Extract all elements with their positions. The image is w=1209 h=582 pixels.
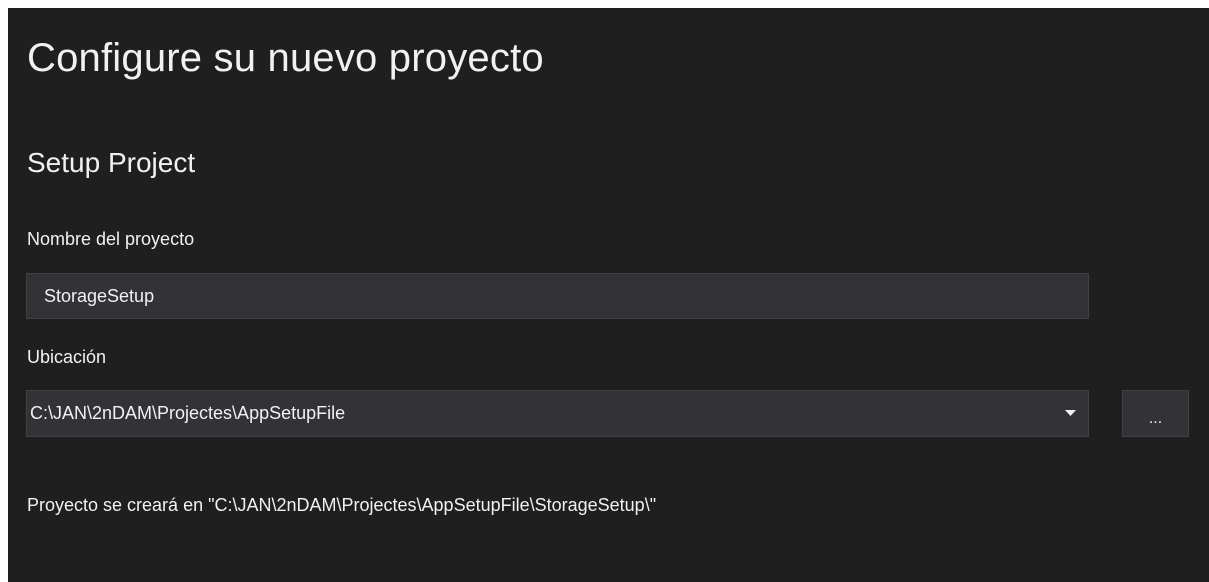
configure-project-dialog: Configure su nuevo proyecto Setup Projec… [8,8,1209,582]
location-value[interactable]: C:\JAN\2nDAM\Projectes\AppSetupFile [30,391,1048,436]
project-name-label: Nombre del proyecto [27,229,195,249]
browse-location-button[interactable]: ... [1122,390,1189,437]
page-title: Configure su nuevo proyecto [27,36,544,80]
browse-button-label: ... [1148,409,1163,427]
caret-down-icon [1065,410,1076,416]
project-name-input[interactable] [26,273,1089,319]
template-name-heading: Setup Project [27,147,196,178]
location-label: Ubicación [27,347,107,367]
location-dropdown-button[interactable] [1054,391,1088,436]
output-path-message: Proyecto se creará en "C:\JAN\2nDAM\Proj… [27,495,657,515]
location-combobox[interactable]: C:\JAN\2nDAM\Projectes\AppSetupFile [26,390,1089,437]
